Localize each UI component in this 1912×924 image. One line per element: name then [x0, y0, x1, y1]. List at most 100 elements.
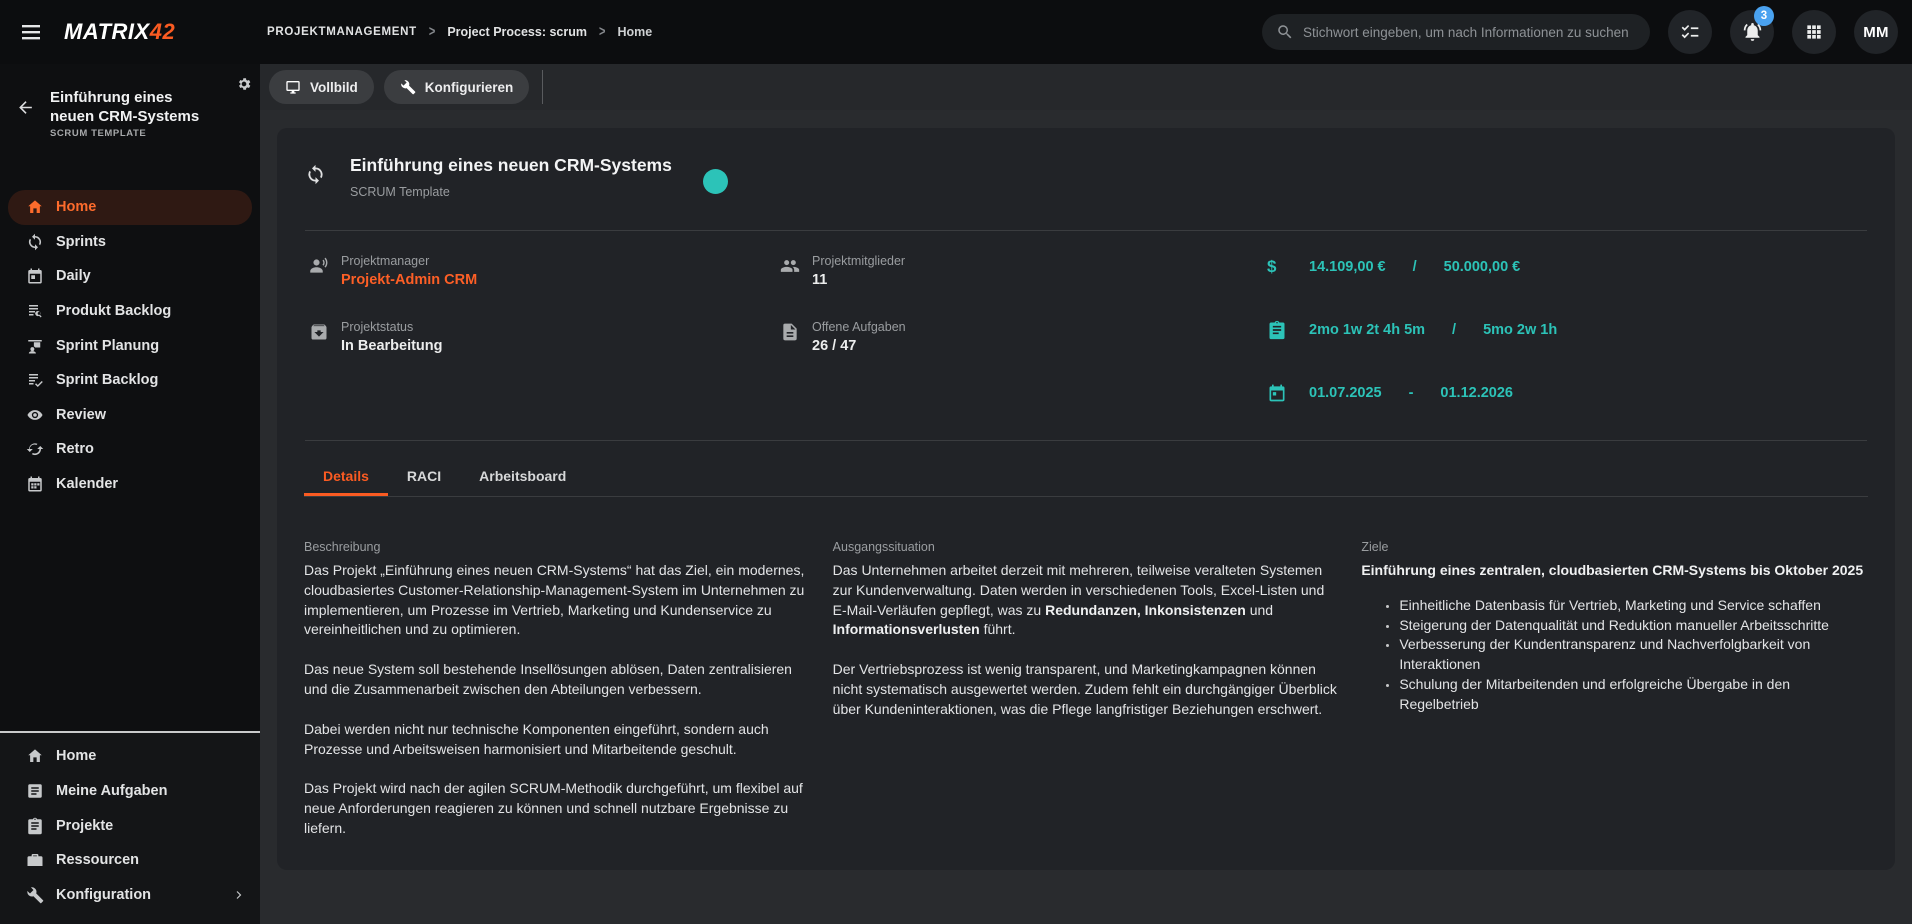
- project-header: Einführung eines neuen CRM-Systems SCRUM…: [0, 64, 260, 126]
- metric-row: 01.07.2025-01.12.2026: [1267, 383, 1513, 403]
- details-columns: Beschreibung Das Projekt „Einführung ein…: [304, 540, 1868, 859]
- field-label: Projektstatus: [341, 320, 443, 334]
- field-value: In Bearbeitung: [341, 338, 443, 354]
- sidebar-item-sprints[interactable]: Sprints: [0, 225, 260, 260]
- paragraph: Dabei werden nicht nur technische Kompon…: [304, 720, 811, 760]
- sidebar-item-label: Meine Aufgaben: [56, 783, 167, 799]
- tab-raci[interactable]: RACI: [388, 458, 460, 496]
- column-label: Beschreibung: [304, 540, 811, 554]
- field-projektmitglieder: Projektmitglieder11: [780, 254, 905, 288]
- sidebar-item-meine-aufgaben[interactable]: Meine Aufgaben: [0, 774, 260, 809]
- metric-value-actual: 01.07.2025: [1309, 385, 1382, 401]
- column-ziele: Ziele Einführung eines zentralen, cloudb…: [1361, 540, 1868, 859]
- vollbild-button[interactable]: Vollbild: [269, 70, 374, 104]
- paragraph: Das Projekt „Einführung eines neuen CRM-…: [304, 561, 811, 640]
- metric-value-target: 5mo 2w 1h: [1483, 322, 1557, 338]
- action-toolbar: Vollbild Konfigurieren: [260, 64, 1912, 110]
- tab-arbeitsboard[interactable]: Arbeitsboard: [460, 458, 585, 496]
- logo-accent-text: 42: [150, 19, 175, 44]
- doc-check-icon: [26, 371, 44, 389]
- global-nav: Home Meine Aufgaben Projekte Ressourcen Konf…: [0, 733, 260, 924]
- tab-details[interactable]: Details: [304, 458, 388, 496]
- goal-item: Steigerung der Datenqualität und Redukti…: [1399, 616, 1868, 636]
- sidebar-item-home-global[interactable]: Home: [0, 739, 260, 774]
- tab-label: Details: [323, 468, 369, 484]
- global-search[interactable]: [1262, 14, 1650, 50]
- sidebar-item-retro[interactable]: Retro: [0, 432, 260, 467]
- breadcrumb-item[interactable]: PROJEKTMANAGEMENT: [267, 26, 417, 38]
- paragraph: Das Unternehmen arbeitet derzeit mit meh…: [833, 561, 1340, 640]
- app-logo[interactable]: MATRIX42: [64, 19, 175, 45]
- sidebar-item-sprint-planung[interactable]: Sprint Planung: [0, 328, 260, 363]
- sidebar-item-label: Kalender: [56, 476, 118, 492]
- checklist-button[interactable]: [1668, 10, 1712, 54]
- sync-icon: [26, 233, 44, 251]
- field-value: 26 / 47: [812, 338, 906, 354]
- clipboard-icon: [26, 817, 44, 835]
- sidebar-item-label: Ressourcen: [56, 852, 139, 868]
- app-window: MATRIX42 PROJEKTMANAGEMENT>Project Proce…: [0, 0, 1912, 924]
- sidebar-item-home[interactable]: Home: [8, 190, 252, 225]
- field-value: 11: [812, 272, 905, 288]
- sidebar-item-label: Review: [56, 407, 106, 423]
- sidebar-item-konfiguration[interactable]: Konfiguration: [0, 877, 260, 912]
- metric-values: 2mo 1w 2t 4h 5m/5mo 2w 1h: [1309, 322, 1557, 338]
- metric-value-actual: 14.109,00 €: [1309, 259, 1386, 275]
- sidebar-item-ressourcen[interactable]: Ressourcen: [0, 843, 260, 878]
- konfigurieren-button[interactable]: Konfigurieren: [384, 70, 530, 104]
- checklist-icon: [1680, 22, 1700, 42]
- sidebar-item-sprint-backlog[interactable]: Sprint Backlog: [0, 363, 260, 398]
- doc-search-icon: [26, 302, 44, 320]
- paragraph: Der Vertriebsprozess ist wenig transpare…: [833, 660, 1340, 719]
- sidebar-item-label: Konfiguration: [56, 887, 151, 903]
- article-icon: [26, 782, 44, 800]
- sidebar-item-label: Home: [56, 199, 96, 215]
- breadcrumb-item[interactable]: Home: [617, 25, 652, 39]
- paragraph: Das Projekt wird nach der agilen SCRUM-M…: [304, 779, 811, 838]
- user-avatar[interactable]: MM: [1854, 10, 1898, 54]
- clipboard-icon: [1267, 320, 1287, 340]
- home-icon: [26, 747, 44, 765]
- board-person-icon: [26, 337, 44, 355]
- topbar-actions: 3 MM: [1262, 0, 1898, 64]
- toolbox-icon: [26, 851, 44, 869]
- goal-heading: Einführung eines zentralen, cloudbasiert…: [1361, 561, 1868, 581]
- sidebar-item-label: Sprint Planung: [56, 338, 159, 354]
- button-label: Konfigurieren: [425, 80, 514, 95]
- gear-icon[interactable]: [236, 76, 252, 92]
- field-projektmanager: Projektmanager Projekt-Admin CRM: [309, 254, 477, 288]
- tab-label: RACI: [407, 468, 441, 484]
- global-nav-section: Home Meine Aufgaben Projekte Ressourcen Konf…: [0, 731, 260, 924]
- back-arrow-icon[interactable]: [16, 98, 35, 117]
- breadcrumb-item[interactable]: Project Process: scrum: [447, 25, 587, 39]
- search-input[interactable]: [1303, 25, 1636, 40]
- toolbar-buttons: Vollbild Konfigurieren: [269, 70, 529, 104]
- metric-value-target: 01.12.2026: [1440, 385, 1513, 401]
- metric-row: 2mo 1w 2t 4h 5m/5mo 2w 1h: [1267, 320, 1557, 340]
- column-label: Ausgangssituation: [833, 540, 1340, 554]
- column-beschreibung: Beschreibung Das Projekt „Einführung ein…: [304, 540, 811, 859]
- column-ausgangssituation: Ausgangssituation Das Unternehmen arbeit…: [833, 540, 1340, 859]
- top-bar: MATRIX42 PROJEKTMANAGEMENT>Project Proce…: [0, 0, 1912, 64]
- notification-badge: 3: [1754, 6, 1774, 26]
- sync-icon[interactable]: [305, 164, 326, 185]
- notifications-button[interactable]: 3: [1730, 10, 1774, 54]
- sidebar-item-projekte[interactable]: Projekte: [0, 808, 260, 843]
- sidebar-item-produkt-backlog[interactable]: Produkt Backlog: [0, 294, 260, 329]
- sidebar-item-label: Retro: [56, 441, 94, 457]
- apps-button[interactable]: [1792, 10, 1836, 54]
- sidebar-item-daily[interactable]: Daily: [0, 259, 260, 294]
- goal-item: Einheitliche Datenbasis für Vertrieb, Ma…: [1399, 596, 1868, 616]
- field-label: Projektmanager: [341, 254, 477, 268]
- field-value[interactable]: Projekt-Admin CRM: [341, 272, 477, 288]
- field-offene aufgaben: Offene Aufgaben26 / 47: [780, 320, 906, 354]
- sidebar-item-label: Home: [56, 748, 96, 764]
- menu-icon[interactable]: [18, 19, 44, 45]
- sidebar-item-review[interactable]: Review: [0, 398, 260, 433]
- sidebar-item-label: Daily: [56, 268, 91, 284]
- goal-item: Verbesserung der Kundentransparenz und N…: [1399, 635, 1868, 675]
- chevron-right-icon: [230, 888, 248, 902]
- column-label: Ziele: [1361, 540, 1868, 554]
- sidebar-item-kalender[interactable]: Kalender: [0, 467, 260, 502]
- home-icon: [26, 198, 44, 216]
